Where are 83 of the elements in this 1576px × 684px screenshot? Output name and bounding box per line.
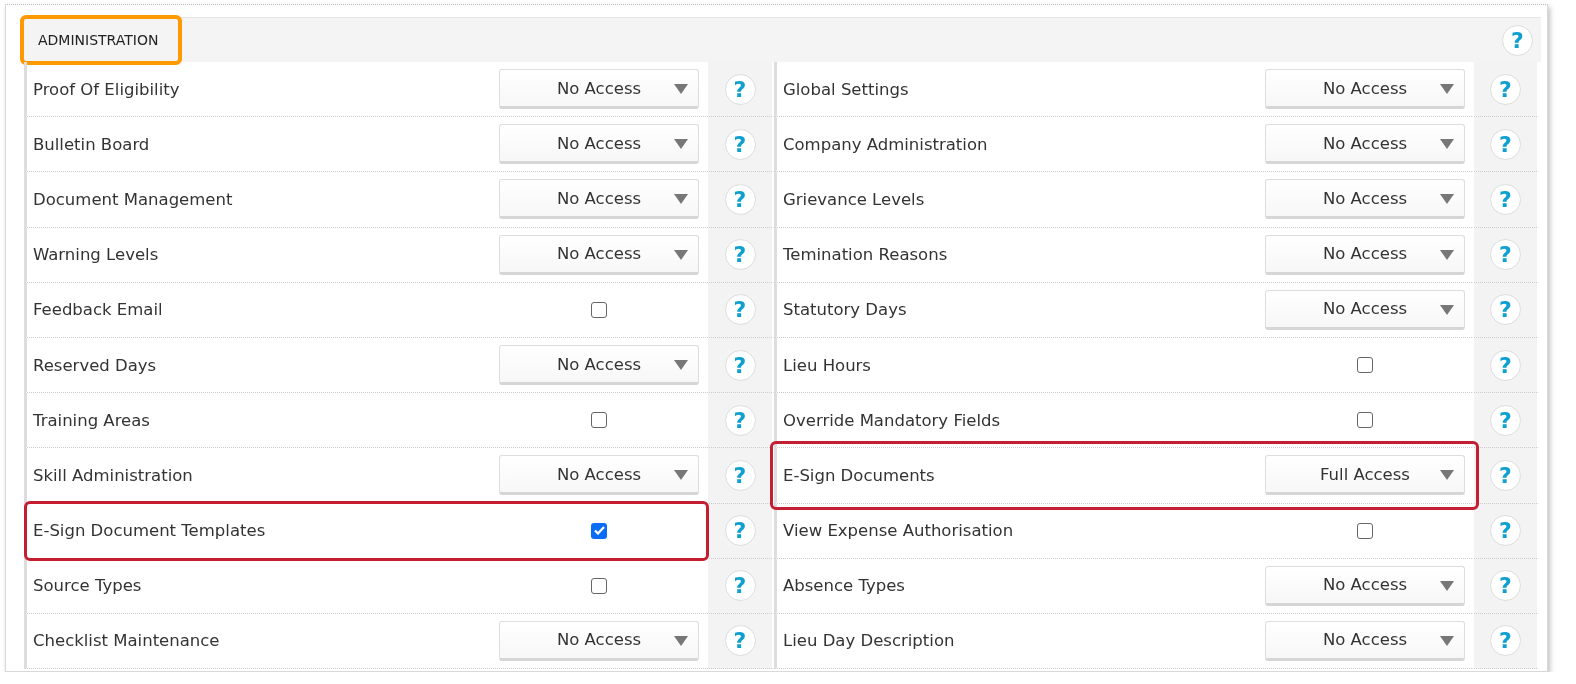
caret-icon bbox=[1440, 139, 1454, 150]
help-button[interactable]: ? bbox=[1490, 183, 1521, 215]
access-dropdown[interactable]: No Access bbox=[1265, 565, 1465, 606]
checkbox[interactable] bbox=[591, 301, 607, 318]
help-button[interactable]: ? bbox=[724, 570, 756, 602]
access-dropdown[interactable]: No Access bbox=[499, 124, 699, 165]
caret-icon bbox=[1440, 249, 1454, 260]
caret-icon bbox=[674, 194, 688, 205]
permission-label: Grievance Levels bbox=[783, 189, 925, 209]
caret-icon bbox=[674, 139, 688, 150]
caret-icon bbox=[674, 635, 688, 646]
caret-icon bbox=[674, 249, 688, 260]
permission-label: Statutory Days bbox=[783, 300, 907, 320]
caret-icon bbox=[674, 360, 688, 371]
help-button[interactable]: ? bbox=[724, 294, 756, 326]
permission-label: Bulletin Board bbox=[33, 134, 150, 154]
access-dropdown[interactable]: No Access bbox=[499, 69, 699, 110]
access-dropdown[interactable]: Full Access bbox=[1265, 455, 1465, 496]
help-button[interactable]: ? bbox=[724, 625, 756, 657]
permission-label: Reserved Days bbox=[33, 355, 157, 375]
checkbox[interactable] bbox=[591, 412, 607, 429]
permission-label: Document Management bbox=[33, 189, 233, 209]
caret-icon bbox=[1440, 470, 1454, 481]
permission-label: Proof Of Eligibility bbox=[33, 79, 180, 99]
caret-icon bbox=[674, 470, 688, 481]
permission-label: Skill Administration bbox=[33, 465, 193, 485]
caret-icon bbox=[1440, 635, 1454, 646]
caret-icon bbox=[1440, 580, 1454, 591]
help-button[interactable]: ? bbox=[724, 183, 756, 215]
caret-icon bbox=[1440, 84, 1454, 95]
access-dropdown[interactable]: No Access bbox=[1265, 69, 1465, 110]
caret-icon bbox=[1440, 304, 1454, 315]
help-button[interactable]: ? bbox=[724, 128, 756, 160]
permission-label: Temination Reasons bbox=[783, 245, 948, 265]
checkbox[interactable] bbox=[1357, 412, 1373, 429]
help-button[interactable]: ? bbox=[1490, 515, 1521, 547]
permission-label: Warning Levels bbox=[33, 245, 159, 265]
help-button[interactable]: ? bbox=[724, 239, 756, 271]
help-button[interactable]: ? bbox=[1490, 459, 1521, 491]
section-title: ADMINISTRATION bbox=[20, 14, 183, 65]
help-button[interactable]: ? bbox=[724, 515, 756, 547]
access-dropdown[interactable]: No Access bbox=[1265, 234, 1465, 275]
access-dropdown[interactable]: No Access bbox=[499, 179, 699, 220]
help-button[interactable]: ? bbox=[724, 73, 756, 105]
permission-label: Override Mandatory Fields bbox=[783, 410, 1001, 430]
access-dropdown[interactable]: No Access bbox=[499, 345, 699, 386]
permission-label: Company Administration bbox=[783, 134, 988, 154]
help-button[interactable]: ? bbox=[1490, 570, 1521, 602]
help-button[interactable]: ? bbox=[1490, 349, 1521, 381]
access-dropdown[interactable]: No Access bbox=[1265, 289, 1465, 330]
permission-label: Absence Types bbox=[783, 576, 905, 596]
access-dropdown[interactable]: No Access bbox=[1265, 620, 1465, 661]
permission-label: E-Sign Document Templates bbox=[33, 521, 266, 541]
help-button[interactable]: ? bbox=[1490, 625, 1521, 657]
help-button[interactable]: ? bbox=[1490, 239, 1521, 271]
access-dropdown[interactable]: No Access bbox=[499, 455, 699, 496]
permission-label: Global Settings bbox=[783, 79, 909, 99]
help-button[interactable]: ? bbox=[724, 349, 756, 381]
help-button[interactable]: ? bbox=[1502, 24, 1533, 56]
access-dropdown[interactable]: No Access bbox=[1265, 124, 1465, 165]
permission-label: Checklist Maintenance bbox=[33, 631, 220, 651]
permission-label: Source Types bbox=[33, 576, 142, 596]
checkbox[interactable] bbox=[591, 577, 607, 594]
access-dropdown[interactable]: No Access bbox=[499, 234, 699, 275]
checkbox[interactable] bbox=[1357, 522, 1373, 539]
permission-label: E-Sign Documents bbox=[783, 465, 935, 485]
checkbox[interactable] bbox=[1357, 357, 1373, 374]
caret-icon bbox=[674, 84, 688, 95]
help-button[interactable]: ? bbox=[1490, 294, 1521, 326]
access-dropdown[interactable]: No Access bbox=[1265, 179, 1465, 220]
checkbox[interactable] bbox=[591, 522, 607, 539]
permission-label: Lieu Hours bbox=[783, 355, 871, 375]
help-button[interactable]: ? bbox=[724, 459, 756, 491]
permission-label: View Expense Authorisation bbox=[783, 521, 1014, 541]
permission-label: Lieu Day Description bbox=[783, 631, 955, 651]
help-button[interactable]: ? bbox=[1490, 404, 1521, 436]
help-button[interactable]: ? bbox=[1490, 128, 1521, 160]
help-button[interactable]: ? bbox=[724, 404, 756, 436]
help-button[interactable]: ? bbox=[1490, 73, 1521, 105]
permission-label: Feedback Email bbox=[33, 300, 163, 320]
caret-icon bbox=[1440, 194, 1454, 205]
permission-label: Training Areas bbox=[33, 410, 150, 430]
access-dropdown[interactable]: No Access bbox=[499, 620, 699, 661]
